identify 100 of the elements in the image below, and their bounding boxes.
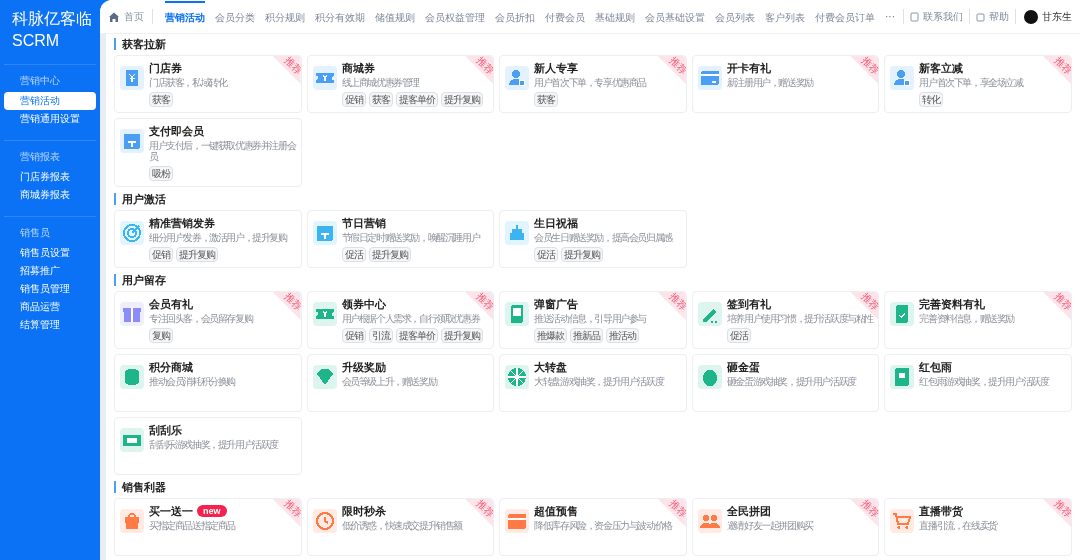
card-title: 完善资料有礼 (919, 297, 986, 311)
activity-card[interactable]: 升级奖励 会员等级上升，赠送奖励 (306, 354, 495, 412)
app-title: 科脉亿客临 (11, 9, 93, 29)
tag: 促销 (341, 328, 366, 343)
tag: 推活动 (606, 328, 640, 343)
nav-tab[interactable]: 基础规则 (595, 0, 635, 33)
activity-card[interactable]: 红包雨 红包雨游戏抽奖，提升用户活跃度 (884, 354, 1072, 412)
sidebar-item[interactable]: 销售员管理 (4, 280, 96, 298)
card-title: 直播带货 (919, 504, 964, 518)
activity-card[interactable]: 生日祝福 会员生日赠送奖励，提高会员归属感 促活 提升复购 (499, 210, 687, 268)
card-title: 支付即会员 (149, 124, 204, 138)
card-description: 节假日定时赠送奖励，唤醒沉睡用户 (341, 232, 481, 243)
tag: 促活 (726, 328, 751, 343)
activity-card[interactable]: 签到有礼 培养用户使用习惯，提升活跃度与粘性 促活 推荐 (691, 291, 880, 349)
tag: 提升复购 (440, 92, 483, 107)
card-title: 全民拼团 (726, 504, 771, 518)
activity-card[interactable]: 刮刮乐 刮刮乐游戏抽奖，提升用户活跃度 (114, 417, 302, 475)
card-title: 新人专享 (534, 61, 579, 75)
tag: 推新品 (570, 328, 604, 343)
activity-card[interactable]: 砸金蛋 砸金蛋游戏抽奖，提升用户活跃度 (691, 354, 880, 412)
tag: 获客 (368, 92, 393, 107)
card-description: 砸金蛋游戏抽奖，提升用户活跃度 (726, 376, 858, 387)
nav-tab[interactable]: 会员列表 (715, 0, 755, 33)
card-title: 精准营销发券 (149, 216, 215, 230)
nav-tab[interactable]: 营销活动 (165, 0, 205, 33)
sidebar-item[interactable]: 商品运营 (4, 298, 96, 316)
card-title: 超值预售 (534, 504, 579, 518)
more-button[interactable]: ··· (877, 9, 904, 24)
tag: 吸粉 (149, 166, 173, 181)
card-title: 商城券 (341, 61, 375, 75)
nav-tab[interactable]: 会员基础设置 (645, 0, 705, 33)
activity-card[interactable]: 全民拼团 邀请好友一起拼团购买 推荐 (691, 498, 880, 556)
section-heading: 用户激活 (114, 193, 1072, 205)
tag: 获客 (534, 92, 559, 107)
card-title: 买一送一 (149, 504, 193, 518)
card-description: 门店获客，私域转化 (149, 77, 228, 88)
card-title: 会员有礼 (149, 297, 193, 311)
app-subtitle: SCRM (11, 31, 61, 51)
tag: 推爆款 (534, 328, 568, 343)
tag: 提客单价 (395, 92, 438, 107)
nav-tab[interactable]: 积分有效期 (315, 0, 365, 33)
sidebar-item[interactable]: 结算管理 (4, 316, 96, 334)
sidebar-item[interactable]: 营销活动 (4, 92, 96, 110)
activity-card[interactable]: 商城券 线上商城优惠券管理 促销 获客 提客单价 提升复购 推荐 (306, 55, 495, 113)
tag: 促活 (534, 247, 559, 262)
card-title: 弹窗广告 (534, 297, 579, 311)
corner-ribbon: 推荐 (465, 56, 494, 84)
home-icon (108, 10, 120, 23)
activity-card[interactable]: 支付即会员 用户支付后，一键获取优惠券并注册会员 吸粉 (114, 118, 302, 187)
section-heading: 销售利器 (114, 481, 1072, 493)
sidebar-item[interactable]: 招募推广 (4, 262, 96, 280)
card-description: 会员生日赠送奖励，提高会员归属感 (534, 232, 674, 243)
nav-tab[interactable]: 客户列表 (765, 0, 805, 33)
nav-tab[interactable]: 付费会员 (545, 0, 585, 33)
tag: 提升复购 (176, 247, 218, 262)
nav-tab[interactable]: 会员折扣 (495, 0, 535, 33)
activity-card[interactable]: 限时秒杀 低价诱惑，快速成交提升销售额 推荐 (306, 498, 495, 556)
tag: 提升复购 (368, 247, 411, 262)
section-heading: 获客拉新 (114, 38, 1072, 50)
nav-tab[interactable]: 付费会员订单 (815, 0, 875, 33)
activity-card[interactable]: 大转盘 大转盘游戏抽奖，提升用户活跃度 (499, 354, 687, 412)
nav-tab[interactable]: 会员权益管理 (425, 0, 485, 33)
card-title: 签到有礼 (726, 297, 771, 311)
card-title: 红包雨 (919, 360, 953, 374)
card-description: 大转盘游戏抽奖，提升用户活跃度 (534, 376, 665, 387)
corner-ribbon: 推荐 (850, 56, 879, 84)
card-description: 用户首次下单，享全场立减 (919, 77, 1025, 88)
card-description: 新注册用户，赠送奖励 (726, 77, 815, 88)
nav-tab[interactable]: 会员分类 (215, 0, 255, 33)
activity-card[interactable]: 领券中心 用户根据个人需求，自行领取优惠券 促销 引流 提客单价 提升复购 推荐 (306, 291, 495, 349)
tag: 获客 (149, 92, 173, 107)
card-title: 限时秒杀 (341, 504, 386, 518)
group-label: 营销中心 (19, 74, 61, 88)
corner-ribbon: 推荐 (850, 499, 879, 527)
user-name[interactable]: 甘东生 (1042, 9, 1072, 24)
tag: 促销 (341, 92, 366, 107)
activity-card[interactable]: 积分商城 推动会员消耗积分换购 (114, 354, 302, 412)
card-description: 邀请好友一起拼团购买 (726, 520, 815, 531)
activity-card[interactable]: 节日营销 节假日定时赠送奖励，唤醒沉睡用户 促活 提升复购 (306, 210, 495, 268)
card-description: 直播引流，在线卖货 (919, 520, 999, 531)
tag: 提升复购 (440, 328, 483, 343)
card-description: 会员等级上升，赠送奖励 (341, 376, 438, 387)
group-label: 营销报表 (19, 150, 61, 164)
card-description: 红包雨游戏抽奖，提升用户活跃度 (919, 376, 1050, 387)
tag: 复购 (149, 328, 173, 343)
activity-card[interactable]: 开卡有礼 新注册用户，赠送奖励 推荐 (691, 55, 880, 113)
card-description: 线上商城优惠券管理 (341, 77, 421, 88)
card-description: 完善资料信息，赠送奖励 (919, 313, 1016, 324)
avatar[interactable] (1024, 9, 1038, 24)
activity-card[interactable]: 精准营销发券 细分用户发券，激活用户，提升复购 促销 提升复购 (114, 210, 302, 268)
sidebar-item[interactable]: 商城券报表 (4, 186, 96, 204)
sidebar-item[interactable]: 门店券报表 (4, 168, 96, 186)
sidebar-item[interactable]: 销售员设置 (4, 244, 96, 262)
nav-tab[interactable]: 储值规则 (375, 0, 415, 33)
sidebar-item[interactable]: 营销通用设置 (4, 110, 96, 128)
tag: 提升复购 (561, 247, 604, 262)
contact-link[interactable]: 联系我们 (904, 9, 970, 24)
help-link[interactable]: 帮助 (970, 9, 1016, 24)
card-title: 刮刮乐 (149, 423, 182, 437)
nav-tab[interactable]: 积分规则 (265, 0, 305, 33)
